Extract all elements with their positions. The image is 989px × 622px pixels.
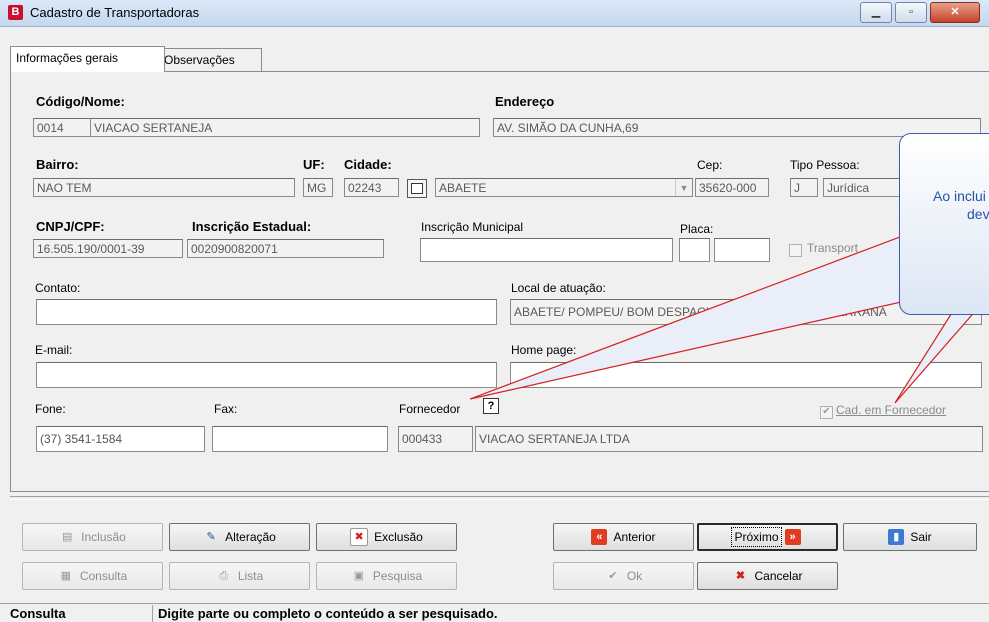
previous-arrows-icon: « <box>591 529 608 545</box>
delete-x-icon: ✖ <box>350 528 369 546</box>
callout-bubble: Ao inclui dev <box>899 133 989 315</box>
insert-record-icon: ▤ <box>61 531 73 543</box>
exit-door-icon: ▮ <box>888 529 905 545</box>
next-arrows-icon: » <box>784 529 801 545</box>
transportadoras-window: B Cadastro de Transportadoras ▁ ▫ ✕ Info… <box>0 0 989 622</box>
tab-informacoes-gerais[interactable]: Informações gerais <box>10 46 165 72</box>
proximo-button[interactable]: Próximo » <box>697 523 838 551</box>
search-icon: ▣ <box>353 570 365 582</box>
status-message: Digite parte ou completo o conteúdo a se… <box>158 606 498 621</box>
button-area-divider <box>10 496 989 500</box>
lista-button[interactable]: ⎙ Lista <box>169 562 310 590</box>
anterior-button[interactable]: « Anterior <box>553 523 694 551</box>
callout-pointer-left <box>469 218 947 400</box>
inclusao-button[interactable]: ▤ Inclusão <box>22 523 163 551</box>
callout-line-1: Ao inclui <box>933 188 986 204</box>
callout-pointer-right <box>894 299 987 404</box>
query-icon: ▦ <box>60 570 72 582</box>
edit-pencil-icon: ✎ <box>206 531 216 543</box>
consulta-button[interactable]: ▦ Consulta <box>22 562 163 590</box>
printer-icon: ⎙ <box>219 570 229 582</box>
callout-line-2: dev <box>967 206 989 222</box>
exclusao-button[interactable]: ✖ Exclusão <box>316 523 457 551</box>
pesquisa-button[interactable]: ▣ Pesquisa <box>316 562 457 590</box>
cancelar-button[interactable]: ✖ Cancelar <box>697 562 838 590</box>
sair-button[interactable]: ▮ Sair <box>843 523 977 551</box>
status-bar: Consulta Digite parte ou completo o cont… <box>0 603 989 622</box>
ok-button[interactable]: ✔ Ok <box>553 562 694 590</box>
cancel-x-icon: ✖ <box>735 570 746 582</box>
check-icon: ✔ <box>608 570 618 582</box>
status-mode: Consulta <box>6 605 153 622</box>
alteracao-button[interactable]: ✎ Alteração <box>169 523 310 551</box>
